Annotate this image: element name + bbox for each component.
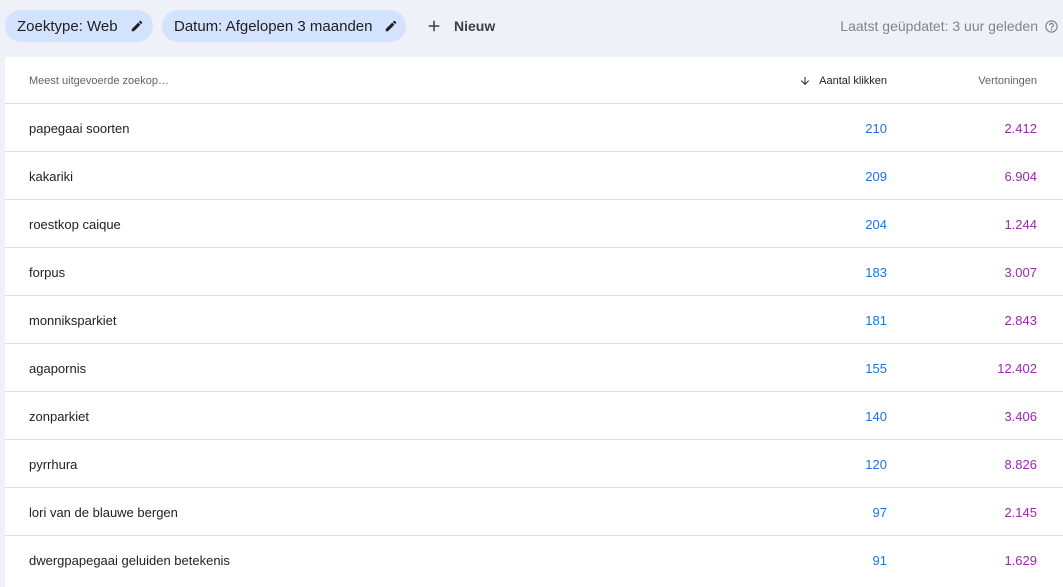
column-header-query[interactable]: Meest uitgevoerde zoekop… bbox=[29, 57, 169, 104]
table-row[interactable]: lori van de blauwe bergen 97 2.145 bbox=[5, 488, 1063, 536]
clicks-cell: 183 bbox=[865, 264, 887, 280]
column-header-impressions[interactable]: Vertoningen bbox=[978, 57, 1037, 104]
impressions-cell: 6.904 bbox=[1004, 168, 1037, 184]
search-type-filter-chip[interactable]: Zoektype: Web bbox=[5, 10, 153, 42]
clicks-cell: 209 bbox=[865, 168, 887, 184]
query-cell: agapornis bbox=[29, 360, 87, 376]
clicks-cell: 97 bbox=[872, 504, 887, 520]
clicks-cell: 181 bbox=[865, 312, 887, 328]
table-row[interactable]: roestkop caique 204 1.244 bbox=[5, 200, 1063, 248]
table-row[interactable]: agapornis 155 12.402 bbox=[5, 344, 1063, 392]
table-row[interactable]: forpus 183 3.007 bbox=[5, 248, 1063, 296]
table-row[interactable]: dwergpapegaai geluiden betekenis 91 1.629 bbox=[5, 536, 1063, 584]
impressions-cell: 8.826 bbox=[1004, 456, 1037, 472]
clicks-cell: 120 bbox=[865, 456, 887, 472]
search-type-filter-label: Zoektype: Web bbox=[17, 17, 118, 35]
filter-bar: Zoektype: Web Datum: Afgelopen 3 maanden… bbox=[0, 0, 1063, 57]
table-row[interactable]: kakariki 209 6.904 bbox=[5, 152, 1063, 200]
impressions-cell: 1.629 bbox=[1004, 552, 1037, 568]
clicks-cell: 210 bbox=[865, 120, 887, 136]
last-updated-text: Laatst geüpdatet: 3 uur geleden bbox=[840, 18, 1038, 34]
impressions-cell: 3.007 bbox=[1004, 264, 1037, 280]
impressions-cell: 1.244 bbox=[1004, 216, 1037, 232]
last-updated-status: Laatst geüpdatet: 3 uur geleden bbox=[840, 10, 1059, 42]
column-header-clicks-label: Aantal klikken bbox=[819, 74, 887, 87]
table-header: Meest uitgevoerde zoekop… Aantal klikken… bbox=[5, 57, 1063, 104]
clicks-cell: 140 bbox=[865, 408, 887, 424]
plus-icon bbox=[424, 16, 444, 36]
impressions-cell: 2.843 bbox=[1004, 312, 1037, 328]
impressions-cell: 3.406 bbox=[1004, 408, 1037, 424]
date-filter-label: Datum: Afgelopen 3 maanden bbox=[174, 17, 373, 35]
query-cell: roestkop caique bbox=[29, 216, 121, 232]
query-cell: kakariki bbox=[29, 168, 74, 184]
pencil-icon[interactable] bbox=[130, 18, 144, 34]
pencil-icon[interactable] bbox=[384, 18, 398, 34]
impressions-cell: 12.402 bbox=[997, 360, 1037, 376]
column-header-clicks[interactable]: Aantal klikken bbox=[799, 57, 887, 104]
query-cell: dwergpapegaai geluiden betekenis bbox=[29, 552, 230, 568]
table-body: papegaai soorten 210 2.412 kakariki 209 6.904… bbox=[5, 104, 1063, 584]
clicks-cell: 91 bbox=[872, 552, 887, 568]
query-cell: monniksparkiet bbox=[29, 312, 117, 328]
impressions-cell: 2.145 bbox=[1004, 504, 1037, 520]
table-row[interactable]: pyrrhura 120 8.826 bbox=[5, 440, 1063, 488]
clicks-cell: 155 bbox=[865, 360, 887, 376]
arrow-down-icon bbox=[799, 75, 811, 87]
query-cell: papegaai soorten bbox=[29, 120, 130, 136]
query-cell: zonparkiet bbox=[29, 408, 89, 424]
impressions-cell: 2.412 bbox=[1004, 120, 1037, 136]
new-filter-button[interactable]: Nieuw bbox=[424, 10, 499, 42]
help-icon[interactable] bbox=[1043, 18, 1059, 34]
query-cell: lori van de blauwe bergen bbox=[29, 504, 178, 520]
table-row[interactable]: papegaai soorten 210 2.412 bbox=[5, 104, 1063, 152]
table-row[interactable]: monniksparkiet 181 2.843 bbox=[5, 296, 1063, 344]
queries-table: Meest uitgevoerde zoekop… Aantal klikken… bbox=[5, 57, 1063, 587]
query-cell: pyrrhura bbox=[29, 456, 78, 472]
clicks-cell: 204 bbox=[865, 216, 887, 232]
date-filter-chip[interactable]: Datum: Afgelopen 3 maanden bbox=[162, 10, 406, 42]
table-row[interactable]: zonparkiet 140 3.406 bbox=[5, 392, 1063, 440]
new-filter-label: Nieuw bbox=[454, 18, 496, 34]
query-cell: forpus bbox=[29, 264, 66, 280]
